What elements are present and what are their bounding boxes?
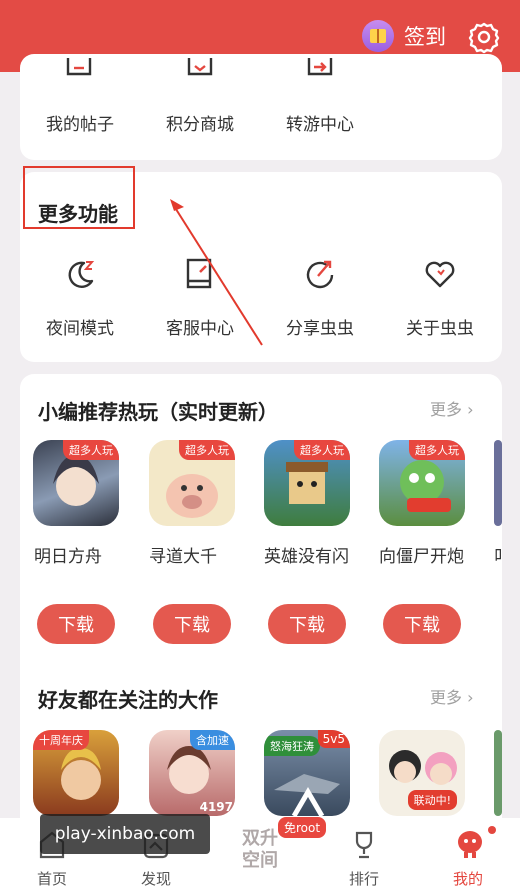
more-label: 更多 (430, 688, 463, 707)
points-mall-link[interactable]: 积分商城 (140, 110, 260, 135)
heart-icon (425, 261, 455, 288)
my-posts-icon (66, 58, 92, 76)
notebook-icon (186, 258, 212, 289)
game-badge: 十周年庆 (33, 730, 89, 750)
recommended-more-link[interactable]: 更多 › (430, 396, 474, 420)
dual-space-label: 双升空间 (242, 828, 278, 871)
game-corner-label: 4197 (199, 800, 233, 814)
gear-icon[interactable] (466, 19, 502, 55)
friend-game-icon-1[interactable]: 十周年庆 (33, 730, 119, 816)
friends-title: 好友都在关注的大作 (38, 688, 218, 712)
game-badge: 超多人玩 (409, 440, 465, 460)
customer-service-button[interactable]: 客服中心 (140, 314, 260, 339)
game-badge: 超多人玩 (63, 440, 119, 460)
game-name: 英雄没有闪 (264, 547, 349, 567)
free-root-badge: 免root (278, 817, 327, 838)
my-posts-link[interactable]: 我的帖子 (20, 110, 140, 135)
transfer-center-link[interactable]: 转游中心 (260, 110, 380, 135)
about-button[interactable]: 关于虫虫 (380, 314, 500, 339)
signin-label: 签到 (404, 25, 446, 49)
game-badge: 含加速 (190, 730, 235, 750)
download-button[interactable]: 下载 (153, 604, 231, 644)
quick-links-card: 我的帖子 积分商城 转游中心 (20, 54, 502, 160)
trophy-icon (355, 831, 373, 859)
game-badge: 联动中! (407, 790, 457, 810)
game-icon-partial[interactable] (494, 440, 502, 526)
download-button[interactable]: 下载 (268, 604, 346, 644)
share-icon (306, 260, 334, 289)
nav-home[interactable]: 首页 (17, 868, 87, 889)
friend-game-icon-partial[interactable] (494, 730, 502, 816)
more-label: 更多 (430, 400, 463, 419)
game-name: 明日方舟 (34, 547, 102, 567)
friend-game-icon-2[interactable]: 含加速 4197 (149, 730, 235, 816)
game-name: 叫 (494, 542, 502, 567)
transfer-center-icon (307, 58, 333, 76)
recommended-title: 小编推荐热玩（实时更新） (38, 400, 278, 424)
friend-game-icon-4[interactable]: 联动中! (379, 730, 465, 816)
highlight-box (23, 166, 135, 229)
friends-more-link[interactable]: 更多 › (430, 684, 474, 708)
nav-ranking[interactable]: 排行 (329, 868, 399, 889)
friend-game-icon-3[interactable]: 怒海狂涛 5v5 (264, 730, 350, 816)
nav-mine[interactable]: 我的 (433, 868, 503, 889)
game-icon-zombie[interactable]: 超多人玩 (379, 440, 465, 526)
gift-icon (362, 20, 394, 52)
moon-icon (68, 261, 95, 288)
notification-dot (488, 826, 496, 834)
game-icon-xundao[interactable]: 超多人玩 (149, 440, 235, 526)
signin-button[interactable]: 签到 (362, 18, 446, 54)
chevron-right-icon: › (467, 400, 474, 419)
chevron-right-icon: › (467, 688, 474, 707)
game-corner-label: 5v5 (317, 730, 350, 748)
game-icon-arknights[interactable]: 超多人玩 (33, 440, 119, 526)
download-button[interactable]: 下载 (37, 604, 115, 644)
game-badge: 怒海狂涛 (264, 736, 320, 756)
game-badge: 超多人玩 (179, 440, 235, 460)
nav-discover[interactable]: 发现 (121, 868, 191, 889)
night-mode-button[interactable]: 夜间模式 (20, 314, 140, 339)
game-icon-hero[interactable]: 超多人玩 (264, 440, 350, 526)
points-mall-icon (187, 58, 213, 76)
game-badge: 超多人玩 (294, 440, 350, 460)
profile-icon (458, 831, 482, 858)
download-button[interactable]: 下载 (383, 604, 461, 644)
game-name: 向僵尸开炮 (379, 547, 464, 567)
share-button[interactable]: 分享虫虫 (260, 314, 380, 339)
watermark: play-xinbao.com (40, 814, 210, 854)
game-name: 寻道大千 (149, 547, 217, 567)
